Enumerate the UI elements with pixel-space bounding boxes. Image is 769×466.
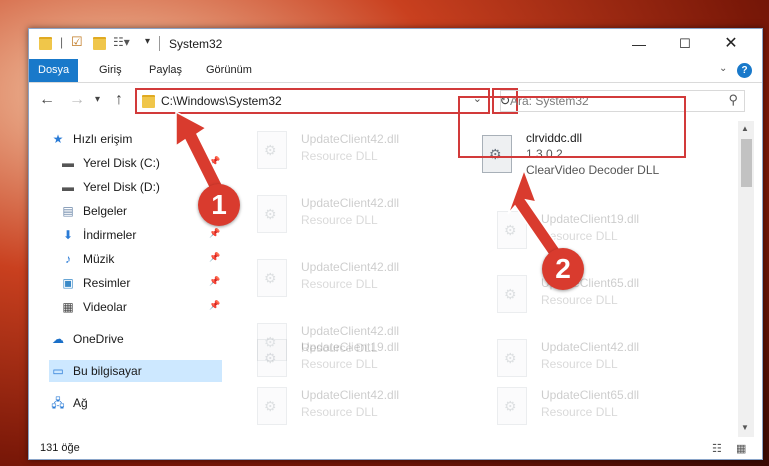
step-badge-2: 2 [542,248,584,290]
step-badge-1: 1 [198,184,240,226]
annotation-arrows [175,110,568,265]
